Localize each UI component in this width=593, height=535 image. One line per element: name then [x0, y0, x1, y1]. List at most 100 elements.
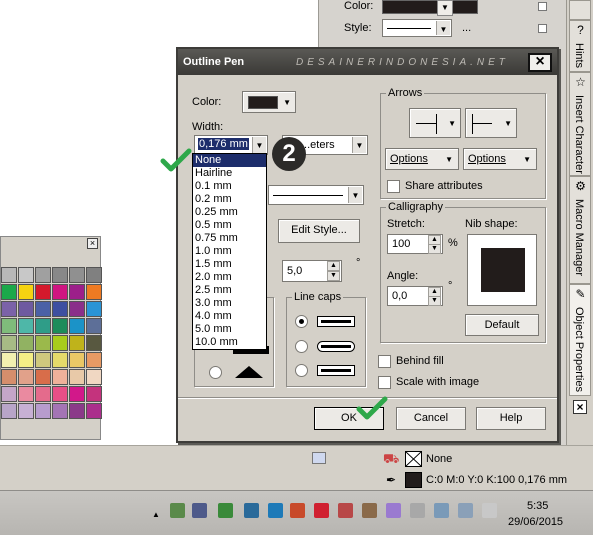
tray-app-icon[interactable]	[290, 503, 305, 518]
palette-swatch[interactable]	[1, 267, 17, 283]
width-option[interactable]: 0.5 mm	[193, 219, 266, 232]
palette-swatch[interactable]	[35, 352, 51, 368]
width-option[interactable]: 0.25 mm	[193, 206, 266, 219]
width-option[interactable]: None	[193, 154, 266, 167]
palette-swatch[interactable]	[52, 403, 68, 419]
palette-swatch[interactable]	[69, 335, 85, 351]
palette-swatch[interactable]	[86, 335, 102, 351]
edit-style-button[interactable]: Edit Style...	[278, 219, 360, 243]
width-input[interactable]: 0,176 mm	[198, 138, 249, 150]
spin-down-icon[interactable]: ▼	[428, 244, 441, 254]
palette-swatch[interactable]	[69, 352, 85, 368]
palette-swatch[interactable]	[35, 301, 51, 317]
palette-swatch[interactable]	[52, 318, 68, 334]
palette-swatch[interactable]	[52, 352, 68, 368]
color-picker-button[interactable]: ▼	[242, 91, 296, 113]
tray-app-icon[interactable]	[482, 503, 497, 518]
palette-swatch[interactable]	[18, 318, 34, 334]
scale-with-image-checkbox[interactable]	[378, 376, 391, 389]
tray-app-icon[interactable]	[218, 503, 233, 518]
palette-swatch[interactable]	[69, 369, 85, 385]
palette-swatch[interactable]	[86, 301, 102, 317]
palette-swatch[interactable]	[86, 403, 102, 419]
width-option[interactable]: 5.0 mm	[193, 323, 266, 336]
prop-checkbox-2[interactable]	[538, 24, 547, 33]
options-left-button[interactable]: Options ▼	[385, 148, 459, 170]
tray-app-icon[interactable]	[338, 503, 353, 518]
tray-app-icon[interactable]	[386, 503, 401, 518]
corner-radio-3[interactable]	[209, 366, 222, 379]
tray-expand-icon[interactable]: ▲	[152, 510, 160, 519]
prop-style-dropdown[interactable]: ▼	[382, 19, 452, 37]
palette-swatch[interactable]	[69, 386, 85, 402]
palette-swatch[interactable]	[35, 284, 51, 300]
docker-tab-top[interactable]	[569, 0, 591, 20]
palette-swatch[interactable]	[52, 386, 68, 402]
cap-butt-radio[interactable]	[295, 315, 308, 328]
start-arrow-button[interactable]: ▼	[409, 108, 461, 138]
end-arrow-button[interactable]: ▼	[465, 108, 517, 138]
palette-swatch[interactable]	[18, 403, 34, 419]
palette-close-button[interactable]: ×	[87, 238, 98, 249]
chevron-down-icon[interactable]: ▼	[352, 137, 366, 153]
palette-swatch[interactable]	[52, 267, 68, 283]
palette-swatch[interactable]	[18, 352, 34, 368]
width-option[interactable]: 2.5 mm	[193, 284, 266, 297]
palette-swatch[interactable]	[35, 403, 51, 419]
docker-tab-object-properties[interactable]: ✎ Object Properties	[569, 284, 591, 396]
share-attributes-checkbox[interactable]	[387, 180, 400, 193]
docker-tab-hints[interactable]: ? Hints	[569, 20, 591, 72]
palette-swatch[interactable]	[35, 335, 51, 351]
palette-swatch[interactable]	[86, 267, 102, 283]
line-style-dropdown[interactable]: ▼	[268, 185, 364, 205]
width-option[interactable]: 4.0 mm	[193, 310, 266, 323]
no-fill-swatch[interactable]	[405, 451, 422, 467]
docker-close-button[interactable]: ×	[573, 400, 587, 414]
palette-swatch[interactable]	[35, 386, 51, 402]
dialog-titlebar[interactable]: Outline Pen DESAINERINDONESIA.NET ×	[178, 49, 557, 75]
spin-up-icon[interactable]: ▲	[327, 261, 340, 271]
chevron-down-icon[interactable]: ▼	[348, 187, 362, 203]
palette-swatch[interactable]	[69, 403, 85, 419]
cap-round-radio[interactable]	[295, 340, 308, 353]
dialog-close-button[interactable]: ×	[528, 53, 552, 72]
prop-style-more[interactable]: ...	[462, 22, 471, 34]
width-option[interactable]: 0.75 mm	[193, 232, 266, 245]
palette-swatch[interactable]	[18, 386, 34, 402]
tray-app-icon[interactable]	[458, 503, 473, 518]
cap-square-radio[interactable]	[295, 364, 308, 377]
behind-fill-checkbox[interactable]	[378, 355, 391, 368]
palette-swatch[interactable]	[35, 369, 51, 385]
palette-swatch[interactable]	[1, 301, 17, 317]
palette-swatch[interactable]	[86, 369, 102, 385]
width-option[interactable]: Hairline	[193, 167, 266, 180]
prop-color-swatch[interactable]	[382, 0, 478, 14]
spin-down-icon[interactable]: ▼	[327, 271, 340, 281]
width-option[interactable]: 0.1 mm	[193, 180, 266, 193]
palette-swatch[interactable]	[52, 335, 68, 351]
palette-swatch[interactable]	[1, 318, 17, 334]
width-option[interactable]: 0.2 mm	[193, 193, 266, 206]
width-option[interactable]: 10.0 mm	[193, 336, 266, 349]
palette-swatch[interactable]	[1, 386, 17, 402]
palette-swatch[interactable]	[18, 335, 34, 351]
palette-swatch[interactable]	[69, 267, 85, 283]
docker-tab-insert-character[interactable]: ☆ Insert Character	[569, 72, 591, 176]
prop-checkbox-1[interactable]	[538, 2, 547, 11]
tray-app-icon[interactable]	[362, 503, 377, 518]
palette-swatch[interactable]	[1, 335, 17, 351]
palette-swatch[interactable]	[86, 352, 102, 368]
palette-swatch[interactable]	[18, 369, 34, 385]
palette-swatch[interactable]	[69, 318, 85, 334]
width-option[interactable]: 2.0 mm	[193, 271, 266, 284]
palette-swatch[interactable]	[69, 301, 85, 317]
palette-swatch[interactable]	[1, 284, 17, 300]
width-option[interactable]: 1.5 mm	[193, 258, 266, 271]
tray-app-icon[interactable]	[434, 503, 449, 518]
default-button[interactable]: Default	[465, 314, 539, 336]
palette-swatch[interactable]	[35, 267, 51, 283]
width-combobox[interactable]: 0,176 mm ▼	[194, 135, 268, 155]
palette-swatch[interactable]	[52, 301, 68, 317]
prop-color-dropdown[interactable]: ▼	[437, 0, 453, 16]
chevron-down-icon[interactable]: ▼	[252, 137, 266, 153]
